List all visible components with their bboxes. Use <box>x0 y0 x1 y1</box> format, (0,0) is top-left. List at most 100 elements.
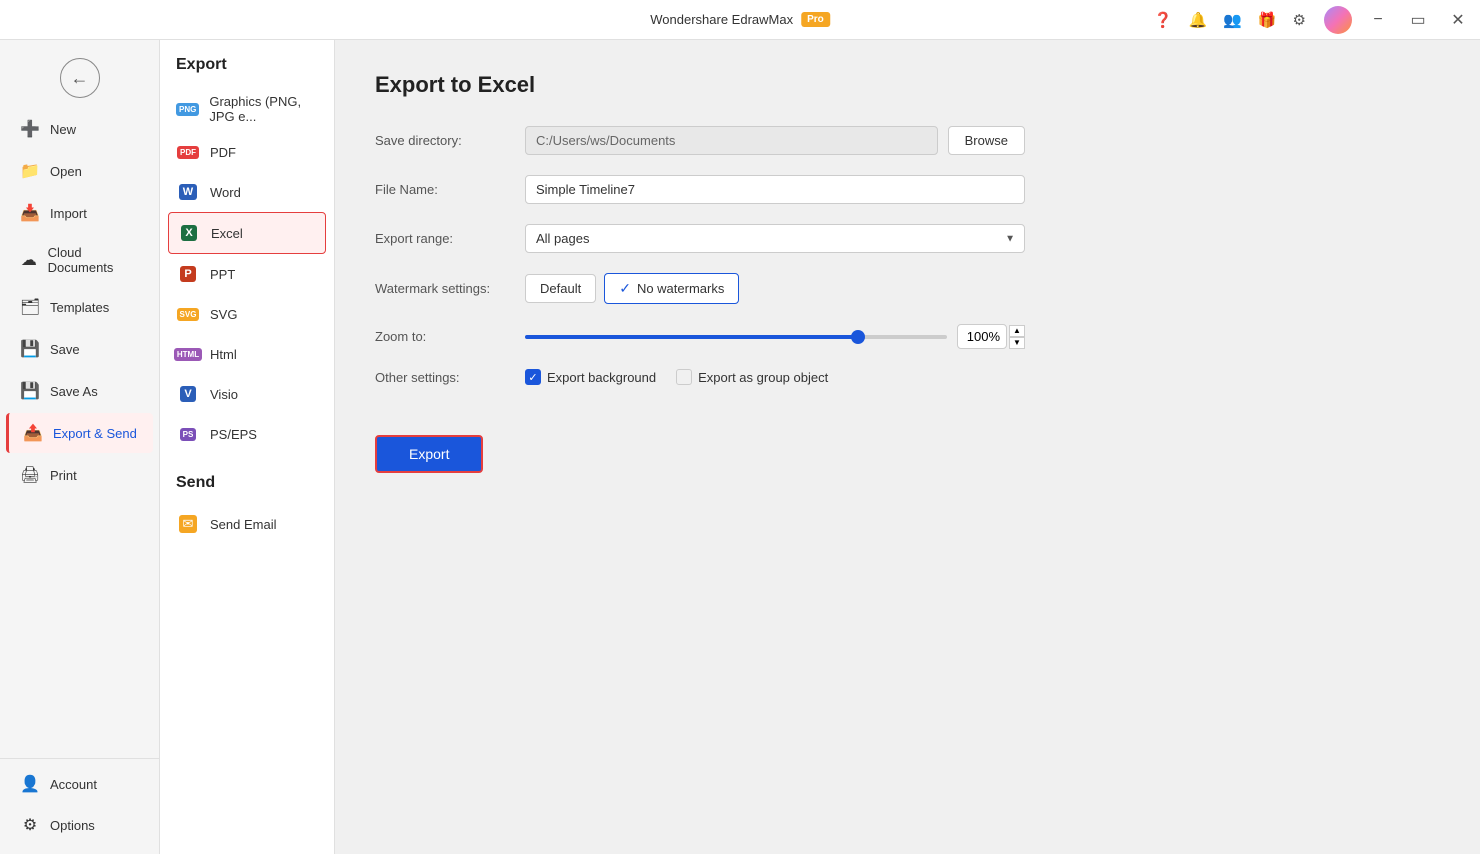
restore-button[interactable]: ▭ <box>1404 6 1432 34</box>
sidebar-export: Export PNG Graphics (PNG, JPG e... PDF P… <box>160 40 335 854</box>
content-area: Export to Excel Save directory: Browse F… <box>335 40 1480 854</box>
export-background-checkbox[interactable]: ✓ <box>525 369 541 385</box>
ppt-icon: P <box>176 262 200 286</box>
titlebar-right: ❓ 🔔 👥 🎁 ⚙ − ▭ ✕ <box>1148 6 1472 34</box>
export-item-png-label: Graphics (PNG, JPG e... <box>209 94 318 124</box>
zoom-input[interactable] <box>957 324 1007 349</box>
export-range-control: All pages Current page Selected pages <box>525 224 1025 253</box>
pro-badge: Pro <box>801 12 830 27</box>
word-icon: W <box>176 180 200 204</box>
gift-button[interactable]: 🎁 <box>1252 7 1283 33</box>
svg-icon: SVG <box>176 302 200 326</box>
browse-button[interactable]: Browse <box>948 126 1025 155</box>
page-title: Export to Excel <box>375 72 1440 98</box>
other-settings-label: Other settings: <box>375 370 525 385</box>
export-item-pdf[interactable]: PDF PDF <box>160 132 334 172</box>
export-item-word-label: Word <box>210 185 241 200</box>
html-icon: HTML <box>176 342 200 366</box>
sidebar-item-save[interactable]: 💾 Save <box>6 329 153 369</box>
watermark-checkmark-icon: ✓ <box>619 280 631 297</box>
export-item-word[interactable]: W Word <box>160 172 334 212</box>
save-directory-row: Save directory: Browse <box>375 126 1440 155</box>
sidebar-item-import-label: Import <box>50 206 87 221</box>
watermark-none-button[interactable]: ✓ No watermarks <box>604 273 739 304</box>
export-item-visio[interactable]: V Visio <box>160 374 334 414</box>
minimize-button[interactable]: − <box>1364 6 1392 34</box>
watermark-label: Watermark settings: <box>375 281 525 296</box>
sidebar-item-save-label: Save <box>50 342 80 357</box>
watermark-default-button[interactable]: Default <box>525 274 596 303</box>
bell-button[interactable]: 🔔 <box>1182 7 1213 33</box>
options-icon: ⚙ <box>20 815 40 835</box>
titlebar-center: Wondershare EdrawMax Pro <box>650 12 830 27</box>
sidebar-item-save-as-label: Save As <box>50 384 98 399</box>
export-item-pseps-label: PS/EPS <box>210 427 257 442</box>
file-name-control <box>525 175 1025 204</box>
sidebar-item-print[interactable]: 🖨 Print <box>6 455 153 495</box>
sidebar-item-options[interactable]: ⚙ Options <box>6 805 153 845</box>
export-item-email-label: Send Email <box>210 517 276 532</box>
export-section-title: Export <box>160 56 334 86</box>
sidebar-item-new[interactable]: ➕ New <box>6 109 153 149</box>
save-icon: 💾 <box>20 339 40 359</box>
watermark-row: Watermark settings: Default ✓ No waterma… <box>375 273 1440 304</box>
png-icon: PNG <box>176 97 199 121</box>
other-settings-row: Other settings: ✓ Export background Expo… <box>375 369 1440 385</box>
settings-top-button[interactable]: ⚙ <box>1287 7 1312 33</box>
export-group-checkbox[interactable] <box>676 369 692 385</box>
export-group-label[interactable]: Export as group object <box>676 369 828 385</box>
sidebar-item-open[interactable]: 📁 Open <box>6 151 153 191</box>
export-range-row: Export range: All pages Current page Sel… <box>375 224 1440 253</box>
export-item-ppt-label: PPT <box>210 267 235 282</box>
export-item-email[interactable]: ✉ Send Email <box>160 504 334 544</box>
zoom-value-group: ▲ ▼ <box>957 324 1025 349</box>
export-background-label[interactable]: ✓ Export background <box>525 369 656 385</box>
other-settings-control: ✓ Export background Export as group obje… <box>525 369 1025 385</box>
zoom-down-button[interactable]: ▼ <box>1009 337 1025 349</box>
export-item-pseps[interactable]: PS PS/EPS <box>160 414 334 454</box>
sidebar-item-import[interactable]: 📥 Import <box>6 193 153 233</box>
help-button[interactable]: ❓ <box>1148 7 1179 33</box>
main-layout: ← ➕ New 📁 Open 📥 Import ☁ Cloud Document… <box>0 40 1480 854</box>
back-button[interactable]: ← <box>60 58 100 98</box>
top-icons: ❓ 🔔 👥 🎁 ⚙ <box>1148 7 1312 33</box>
excel-icon: X <box>177 221 201 245</box>
zoom-slider[interactable] <box>525 335 947 339</box>
export-item-pdf-label: PDF <box>210 145 236 160</box>
save-directory-label: Save directory: <box>375 133 525 148</box>
export-item-excel-label: Excel <box>211 226 243 241</box>
sidebar-item-export-send-label: Export & Send <box>53 426 137 441</box>
sidebar-bottom: 👤 Account ⚙ Options <box>0 758 159 846</box>
export-item-html[interactable]: HTML Html <box>160 334 334 374</box>
save-directory-input[interactable] <box>525 126 938 155</box>
avatar[interactable] <box>1324 6 1352 34</box>
zoom-stepper: ▲ ▼ <box>1009 325 1025 349</box>
export-item-excel[interactable]: X Excel <box>168 212 326 254</box>
file-name-input[interactable] <box>525 175 1025 204</box>
print-icon: 🖨 <box>20 465 40 485</box>
watermark-group: Default ✓ No watermarks <box>525 273 1025 304</box>
sidebar-narrow: ← ➕ New 📁 Open 📥 Import ☁ Cloud Document… <box>0 40 160 854</box>
sidebar-item-templates[interactable]: 🗂 Templates <box>6 287 153 327</box>
import-icon: 📥 <box>20 203 40 223</box>
sidebar-item-save-as[interactable]: 💾 Save As <box>6 371 153 411</box>
sidebar-item-export-send[interactable]: 📤 Export & Send <box>6 413 153 453</box>
export-item-svg[interactable]: SVG SVG <box>160 294 334 334</box>
close-button[interactable]: ✕ <box>1444 6 1472 34</box>
export-item-ppt[interactable]: P PPT <box>160 254 334 294</box>
sidebar-item-cloud[interactable]: ☁ Cloud Documents <box>6 235 153 285</box>
app-title: Wondershare EdrawMax <box>650 12 793 27</box>
open-icon: 📁 <box>20 161 40 181</box>
zoom-up-button[interactable]: ▲ <box>1009 325 1025 337</box>
export-item-png[interactable]: PNG Graphics (PNG, JPG e... <box>160 86 334 132</box>
file-name-row: File Name: <box>375 175 1440 204</box>
export-background-text: Export background <box>547 370 656 385</box>
users-button[interactable]: 👥 <box>1217 7 1248 33</box>
export-range-select[interactable]: All pages Current page Selected pages <box>525 224 1025 253</box>
sidebar-item-account[interactable]: 👤 Account <box>6 764 153 804</box>
zoom-label: Zoom to: <box>375 329 525 344</box>
export-group-text: Export as group object <box>698 370 828 385</box>
export-button[interactable]: Export <box>375 435 483 473</box>
sidebar-item-templates-label: Templates <box>50 300 109 315</box>
save-as-icon: 💾 <box>20 381 40 401</box>
